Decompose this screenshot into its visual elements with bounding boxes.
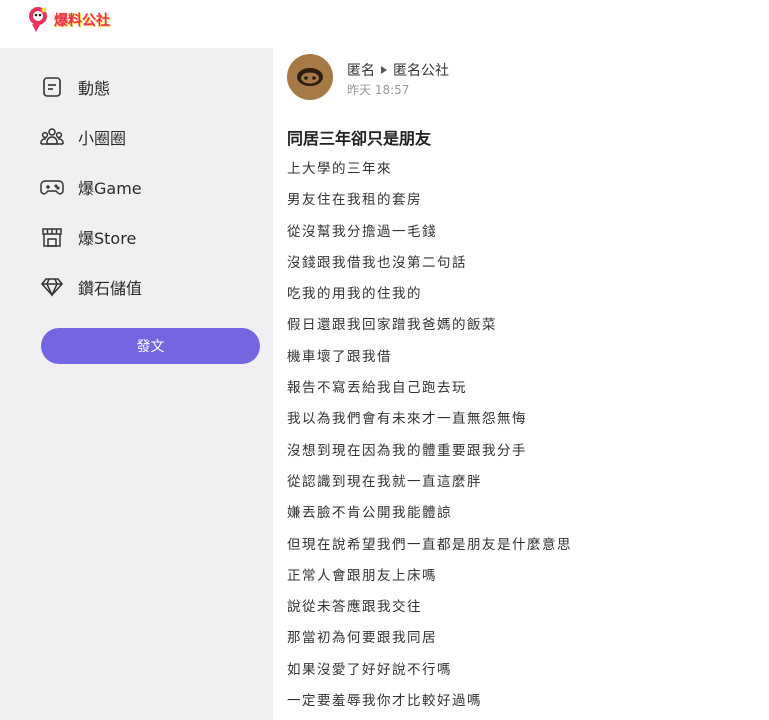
content-line: 從沒幫我分擔過一毛錢 [287,223,437,240]
content-line: 正常人會跟朋友上床嗎 [287,567,437,584]
content-line: 報告不寫丟給我自己跑去玩 [287,380,467,397]
feed-icon [40,75,64,99]
sidebar-item-game[interactable]: 爆Game [40,172,142,202]
content-line: 上大學的三年來 [287,161,392,177]
logo-text: 爆料公社 [54,13,110,29]
anonymous-face-icon [297,68,323,86]
sidebar-item-store[interactable]: 爆Store [40,222,136,252]
content-line: 那當初為何要跟我同居 [287,630,437,647]
sidebar-item-feed[interactable]: 動態 [40,72,110,102]
author-line: 匿名 匿名公社 [347,60,449,80]
content-line: 如果沒愛了好好說不行嗎 [287,661,452,678]
new-post-button[interactable]: 發文 [41,328,260,364]
avatar[interactable] [287,54,333,100]
sidebar-item-diamond[interactable]: 鑽石儲值 [40,272,142,302]
content-line: 假日還跟我回家蹭我爸媽的飯菜 [287,317,497,334]
groups-icon [40,125,64,149]
content-line: 嫌丟臉不肯公開我能體諒 [287,505,452,522]
top-bar: 爆料公社 [0,0,769,48]
sidebar-item-label: 爆Store [78,229,137,248]
gamepad-icon [40,175,64,199]
content-line: 吃我的用我的住我的 [287,286,422,303]
content-line: 一定要羞辱我你才比較好過嗎 [287,693,482,710]
sidebar-item-label: 動態 [78,79,111,98]
author-name[interactable]: 匿名 [347,60,375,80]
sidebar-item-groups[interactable]: 小圈圈 [40,122,126,152]
board-name[interactable]: 匿名公社 [393,60,449,80]
sidebar-item-label: 鑽石儲值 [78,279,143,298]
post-view: 匿名 匿名公社 昨天 18:57 同居三年卻只是朋友 上大學的三年來 男友住在我… [273,48,769,720]
content-line: 說從未答應跟我交往 [287,599,422,616]
site-logo[interactable]: 爆料公社 [26,6,110,34]
diamond-icon [40,275,64,299]
sidebar: 動態 小圈圈 爆Game 爆Store 鑽石儲值 發文 [0,48,273,720]
sidebar-item-label: 爆Game [78,179,142,198]
content-line: 沒錢跟我借我也沒第二句話 [287,254,467,271]
sidebar-item-label: 小圈圈 [78,129,127,148]
store-icon [40,225,64,249]
content-line: 男友住在我租的套房 [287,192,422,209]
content-line: 從認識到現在我就一直這麼胖 [287,473,482,490]
caret-right-icon [381,66,387,74]
content-line: 機車壞了跟我借 [287,348,392,365]
post-title: 同居三年卻只是朋友 [287,129,432,148]
content-line: 沒想到現在因為我的體重要跟我分手 [287,442,527,459]
mascot-logo-icon [29,7,47,32]
post-content: 上大學的三年來 男友住在我租的套房 從沒幫我分擔過一毛錢 沒錢跟我借我也沒第二句… [287,158,757,720]
content-line: 但現在說希望我們一直都是朋友是什麼意思 [287,536,572,553]
content-line: 我以為我們會有未來才一直無怨無悔 [287,411,527,428]
post-timestamp: 昨天 18:57 [347,83,410,97]
